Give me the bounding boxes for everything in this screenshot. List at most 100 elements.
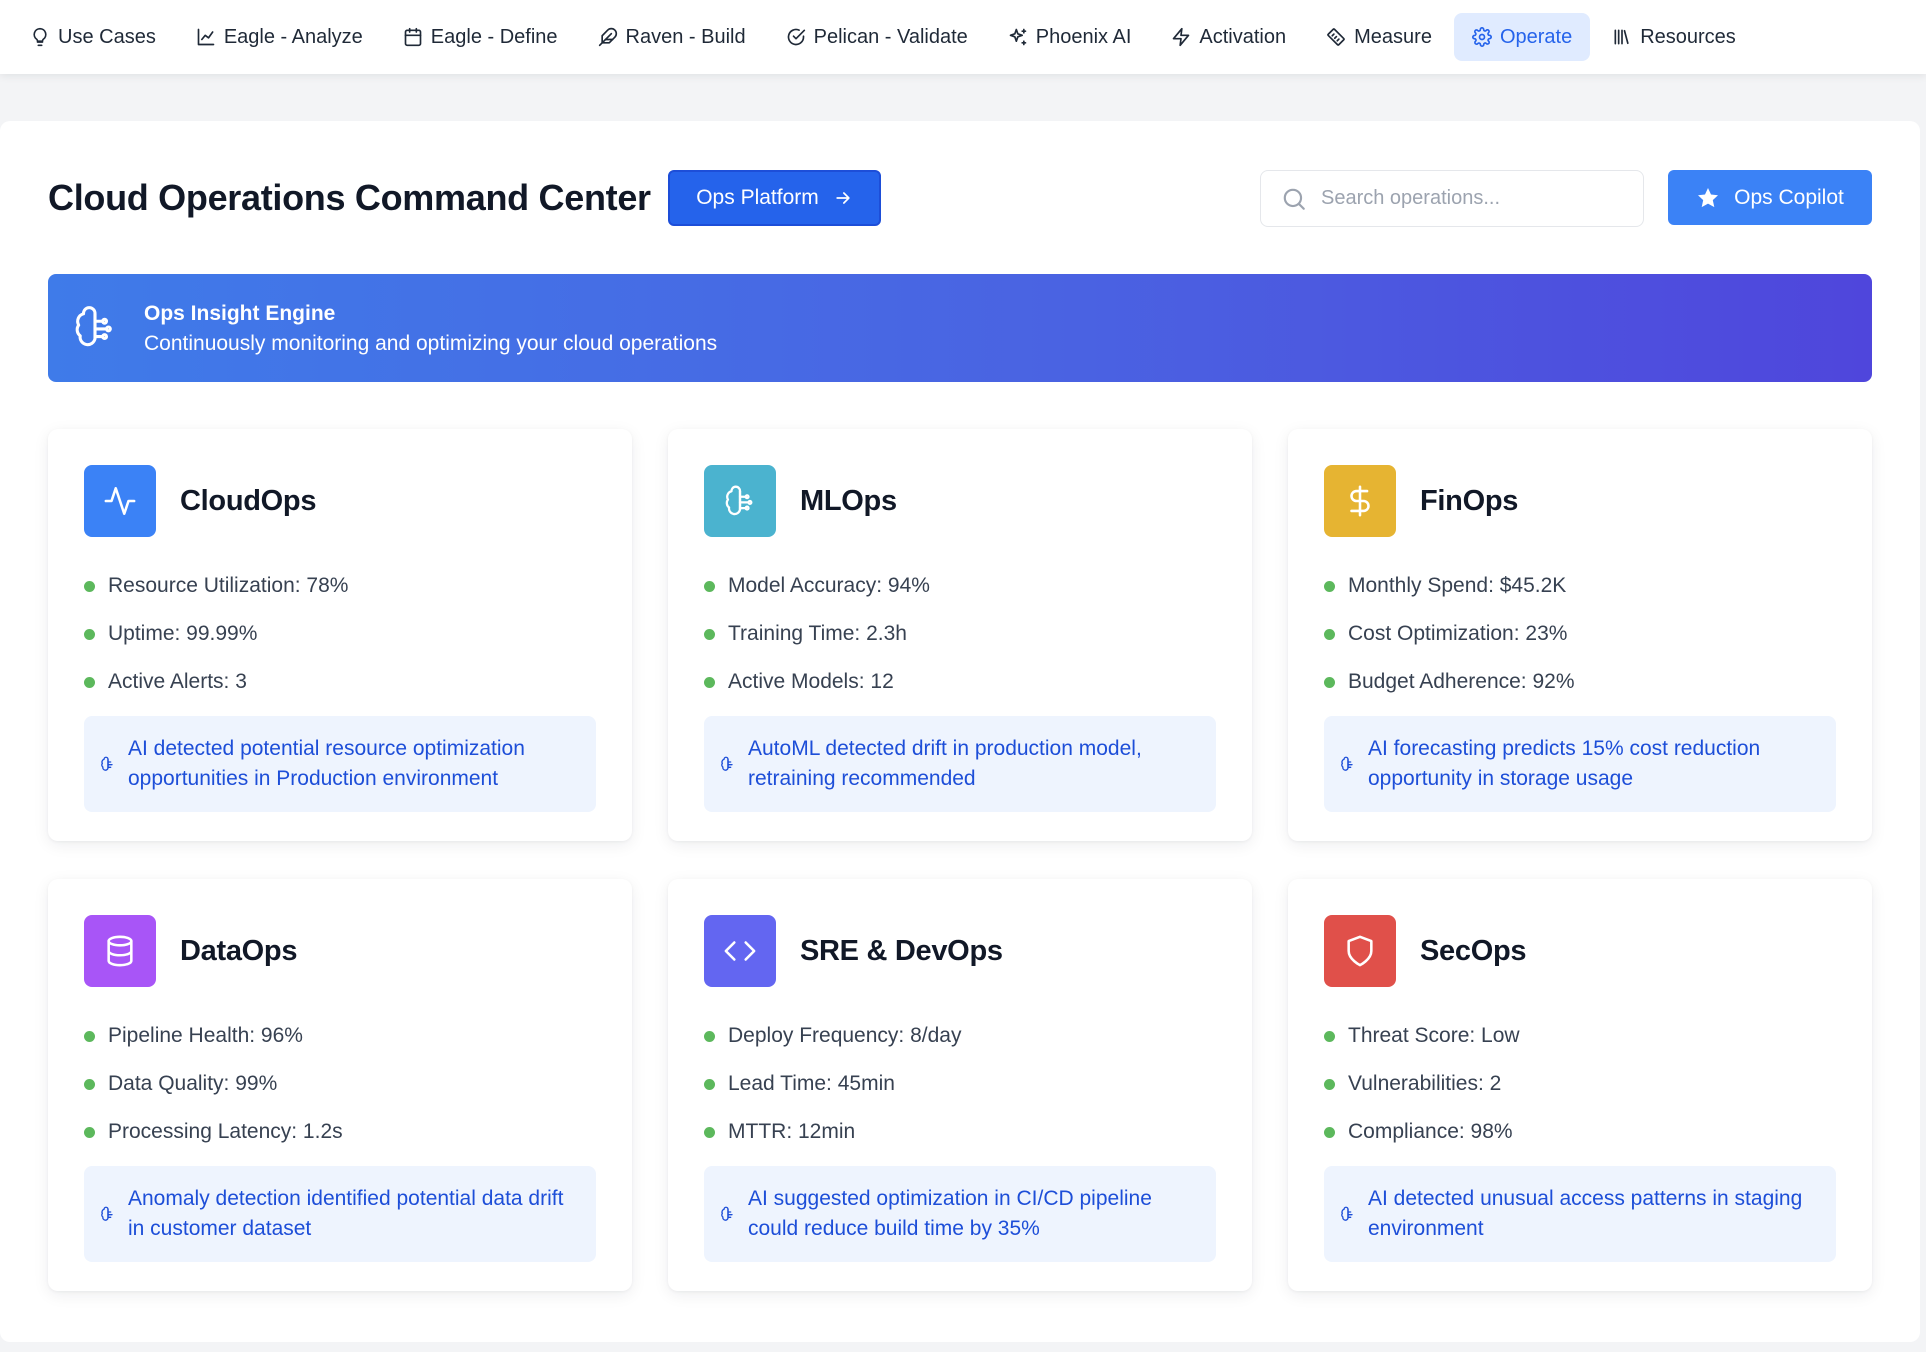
card-title: MLOps	[800, 485, 897, 517]
insight-text: AI suggested optimization in CI/CD pipel…	[748, 1187, 1152, 1240]
metric-list: Threat Score: Low Vulnerabilities: 2 Com…	[1324, 1012, 1520, 1156]
banner-title: Ops Insight Engine	[144, 302, 336, 325]
zap-icon	[1173, 27, 1190, 47]
nav-item-resources[interactable]: Resources	[1594, 13, 1754, 61]
nav-label: Measure	[1354, 25, 1432, 48]
card-finops[interactable]: FinOps Monthly Spend: $45.2K Cost Optimi…	[1288, 429, 1872, 841]
metric-item: Compliance: 98%	[1324, 1108, 1520, 1156]
nav-item-phoenix-ai[interactable]: Phoenix AI	[990, 13, 1150, 61]
status-dot	[704, 676, 715, 688]
card-sre-devops[interactable]: SRE & DevOps Deploy Frequency: 8/day Lea…	[668, 879, 1252, 1291]
metric-item: Resource Utilization: 78%	[84, 562, 348, 610]
feather-icon	[598, 27, 617, 47]
card-secops[interactable]: SecOps Threat Score: Low Vulnerabilities…	[1288, 879, 1872, 1291]
nav-label: Activation	[1199, 25, 1287, 48]
status-dot	[84, 628, 95, 640]
metric-item: Processing Latency: 1.2s	[84, 1108, 343, 1156]
card-mlops[interactable]: MLOps Model Accuracy: 94% Training Time:…	[668, 429, 1252, 841]
dollar-icon	[1350, 485, 1370, 517]
metric-text: Deploy Frequency: 8/day	[728, 1024, 962, 1047]
status-dot	[1324, 628, 1335, 640]
card-dataops[interactable]: DataOps Pipeline Health: 96% Data Qualit…	[48, 879, 632, 1291]
insight-banner: Ops Insight Engine Continuously monitori…	[48, 274, 1872, 382]
metric-item: Active Alerts: 3	[84, 658, 348, 706]
metric-item: Training Time: 2.3h	[704, 610, 930, 658]
metric-list: Monthly Spend: $45.2K Cost Optimization:…	[1324, 562, 1575, 706]
gear-icon	[1472, 27, 1492, 47]
status-dot	[1324, 1078, 1335, 1090]
status-dot	[84, 1126, 95, 1138]
metric-text: Compliance: 98%	[1348, 1120, 1513, 1143]
insight-text: AI forecasting predicts 15% cost reducti…	[1368, 737, 1761, 790]
metric-text: Pipeline Health: 96%	[108, 1024, 303, 1047]
search-box[interactable]	[1260, 170, 1644, 227]
status-dot	[704, 1078, 715, 1090]
metric-item: MTTR: 12min	[704, 1108, 961, 1156]
card-title: DataOps	[180, 935, 298, 967]
nav-item-operate[interactable]: Operate	[1453, 13, 1591, 61]
search-input[interactable]	[1321, 187, 1611, 210]
nav-item-measure[interactable]: Measure	[1308, 13, 1450, 61]
metric-item: Model Accuracy: 94%	[704, 562, 930, 610]
card-title: SRE & DevOps	[800, 935, 1003, 967]
metric-item: Pipeline Health: 96%	[84, 1012, 343, 1060]
ai-insight[interactable]: AI detected potential resource optimizat…	[84, 716, 596, 812]
check-circle-icon	[787, 28, 805, 46]
ops-copilot-label: Ops Copilot	[1734, 185, 1844, 209]
activity-icon	[104, 486, 136, 516]
card-title: CloudOps	[180, 485, 317, 517]
ai-insight[interactable]: Anomaly detection identified potential d…	[84, 1166, 596, 1262]
ai-insight[interactable]: AutoML detected drift in production mode…	[704, 716, 1216, 812]
metric-text: Uptime: 99.99%	[108, 622, 258, 645]
status-dot	[84, 1030, 95, 1042]
page-title: Cloud Operations Command Center	[48, 177, 651, 218]
nav-item-use-cases[interactable]: Use Cases	[12, 13, 174, 61]
ai-insight[interactable]: AI forecasting predicts 15% cost reducti…	[1324, 716, 1836, 812]
card-title: SecOps	[1420, 935, 1527, 967]
lightbulb-icon	[33, 27, 47, 47]
nav-item-eagle-define[interactable]: Eagle - Define	[385, 13, 576, 61]
status-dot	[704, 1126, 715, 1138]
metric-item: Cost Optimization: 23%	[1324, 610, 1575, 658]
metric-text: Cost Optimization: 23%	[1348, 622, 1568, 645]
nav-label: Eagle - Analyze	[223, 25, 363, 48]
top-nav: Use Cases Eagle - Analyze Eagle - Define…	[0, 0, 1926, 74]
card-cloudops[interactable]: CloudOps Resource Utilization: 78% Uptim…	[48, 429, 632, 841]
status-dot	[704, 580, 715, 592]
metric-text: Training Time: 2.3h	[728, 622, 907, 645]
arrow-right-icon	[836, 192, 850, 204]
ops-copilot-button[interactable]: Ops Copilot	[1668, 170, 1872, 225]
nav-item-activation[interactable]: Activation	[1153, 13, 1304, 61]
metric-item: Monthly Spend: $45.2K	[1324, 562, 1575, 610]
sparkles-icon	[1009, 28, 1027, 46]
metric-item: Active Models: 12	[704, 658, 930, 706]
nav-label: Resources	[1640, 25, 1736, 48]
line-chart-icon	[197, 28, 215, 46]
card-icon-box	[704, 465, 776, 537]
search-icon	[1283, 188, 1305, 210]
metric-text: Lead Time: 45min	[728, 1072, 895, 1095]
nav-item-pelican-validate[interactable]: Pelican - Validate	[768, 13, 986, 61]
status-dot	[704, 628, 715, 640]
status-dot	[1324, 676, 1335, 688]
main-panel: Cloud Operations Command Center Ops Plat…	[0, 121, 1920, 1342]
nav-item-eagle-analyze[interactable]: Eagle - Analyze	[178, 13, 381, 61]
database-icon	[107, 935, 133, 967]
nav-label: Operate	[1499, 25, 1573, 48]
library-icon	[1614, 29, 1629, 45]
metric-text: Monthly Spend: $45.2K	[1348, 574, 1567, 597]
ruler-icon	[1327, 28, 1345, 46]
metric-text: MTTR: 12min	[728, 1120, 856, 1143]
metric-item: Uptime: 99.99%	[84, 610, 348, 658]
metric-item: Threat Score: Low	[1324, 1012, 1520, 1060]
metric-list: Model Accuracy: 94% Training Time: 2.3h …	[704, 562, 930, 706]
metric-item: Lead Time: 45min	[704, 1060, 961, 1108]
ai-insight[interactable]: AI suggested optimization in CI/CD pipel…	[704, 1166, 1216, 1262]
nav-item-raven-build[interactable]: Raven - Build	[580, 13, 764, 61]
status-dot	[84, 676, 95, 688]
ops-platform-button[interactable]: Ops Platform	[668, 170, 881, 226]
metric-text: Vulnerabilities: 2	[1348, 1072, 1502, 1095]
ai-insight[interactable]: AI detected unusual access patterns in s…	[1324, 1166, 1836, 1262]
metric-item: Deploy Frequency: 8/day	[704, 1012, 961, 1060]
brain-icon	[725, 485, 753, 516]
